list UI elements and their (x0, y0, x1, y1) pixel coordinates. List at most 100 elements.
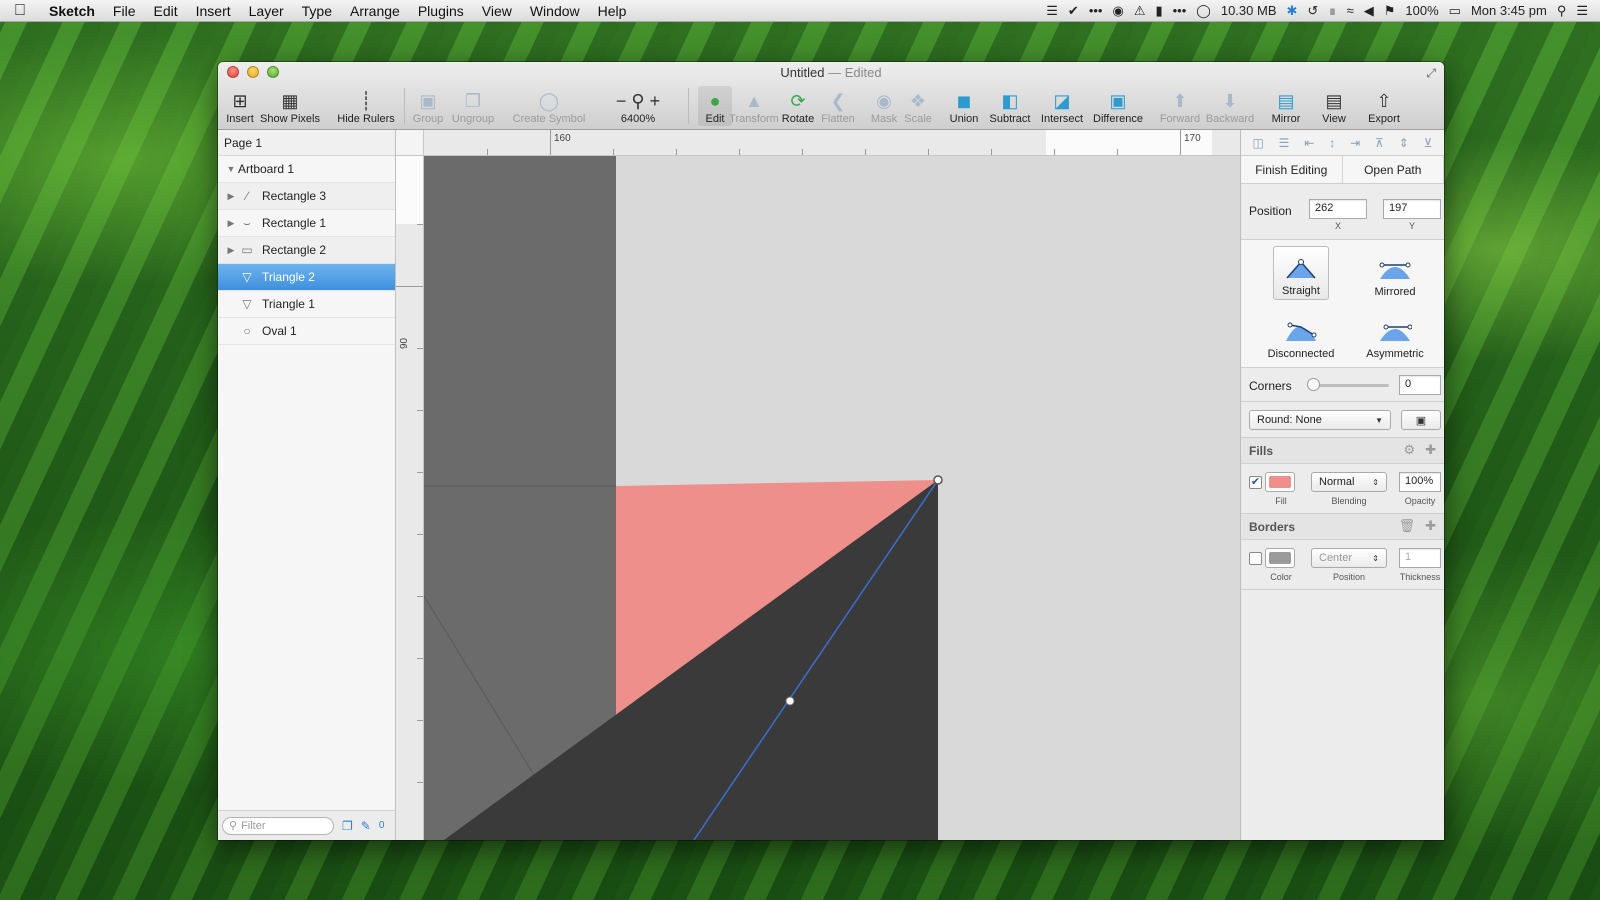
memory-icon[interactable]: ◯ (1196, 3, 1211, 19)
menu-view[interactable]: View (473, 3, 521, 19)
clock[interactable]: Mon 3:45 pm (1471, 3, 1547, 18)
zoom-control[interactable]: − ⚲ + 6400% (612, 84, 664, 128)
transform-button[interactable]: ▲ Transform (724, 84, 784, 128)
trash-icon[interactable]: 🗑 (1399, 518, 1416, 534)
layer-artboard[interactable]: ▼ Artboard 1 (218, 156, 395, 183)
corners-slider-track[interactable] (1313, 384, 1389, 387)
point-disconnected-button[interactable]: Disconnected (1268, 308, 1334, 362)
open-path-button[interactable]: Open Path (1342, 156, 1444, 183)
x-field[interactable]: 262 (1309, 199, 1367, 219)
vector-midpoint-handle[interactable] (785, 696, 795, 706)
mask-button[interactable]: ◉ Mask (868, 84, 900, 128)
reverse-path-button[interactable]: ▣ (1401, 410, 1441, 430)
rotate-button[interactable]: ⟳ Rotate (778, 84, 818, 128)
layer-rectangle-1[interactable]: ▶ ⌣ Rectangle 1 (218, 210, 395, 237)
scale-button[interactable]: ❖ Scale (902, 84, 934, 128)
disclosure-closed-icon[interactable]: ▶ (224, 191, 238, 202)
show-pixels-button[interactable]: ▦ Show Pixels (260, 84, 320, 128)
canvas-artwork[interactable] (424, 156, 1240, 840)
add-fill-icon[interactable]: ✚ (1425, 442, 1436, 458)
round-select[interactable]: Round: None ▼ (1249, 410, 1391, 430)
bell-icon[interactable]: ⚠ (1134, 3, 1146, 19)
hide-rulers-button[interactable]: ┊ Hide Rulers (336, 84, 396, 128)
distribute-horizontal-icon[interactable]: ◫ (1252, 136, 1263, 150)
add-border-icon[interactable]: ✚ (1425, 518, 1436, 534)
brush-icon[interactable]: ✎ (361, 819, 371, 833)
notifications-icon[interactable]: ☰ (1576, 3, 1588, 19)
apple-icon[interactable]:  (0, 2, 40, 20)
menu-plugins[interactable]: Plugins (409, 3, 473, 19)
layer-oval-1[interactable]: ○ Oval 1 (218, 318, 395, 345)
distribute-vertical-icon[interactable]: ☰ (1279, 136, 1290, 150)
fill-blending-select[interactable]: Normal ⇕ (1311, 472, 1387, 492)
align-bottom-icon[interactable]: ⊻ (1424, 136, 1433, 150)
menu-help[interactable]: Help (589, 3, 636, 19)
forward-button[interactable]: ⬆ Forward (1158, 84, 1202, 128)
point-asymmetric-button[interactable]: Asymmetric (1366, 308, 1424, 362)
airmail-icon[interactable]: ✱ (1287, 3, 1298, 19)
menu-insert[interactable]: Insert (187, 3, 240, 19)
border-position-select[interactable]: Center ⇕ (1311, 548, 1387, 568)
vector-point-handle[interactable] (933, 475, 943, 485)
menu-layer[interactable]: Layer (240, 3, 293, 19)
layer-rectangle-2[interactable]: ▶ ▭ Rectangle 2 (218, 237, 395, 264)
layer-triangle-2[interactable]: ▽ Triangle 2 (218, 264, 395, 291)
backward-button[interactable]: ⬇ Backward (1204, 84, 1256, 128)
vertical-ruler[interactable]: 90 (396, 156, 424, 840)
flag-icon[interactable]: ⚑ (1384, 3, 1396, 19)
y-field[interactable]: 197 (1383, 199, 1441, 219)
align-right-icon[interactable]: ⇥ (1350, 136, 1360, 150)
volume-icon[interactable]: ◀ (1364, 3, 1374, 19)
align-left-icon[interactable]: ⇤ (1304, 136, 1314, 150)
export-button[interactable]: ⇧ Export (1366, 84, 1402, 128)
layer-triangle-1[interactable]: ▽ Triangle 1 (218, 291, 395, 318)
disclosure-closed-icon[interactable]: ▶ (224, 245, 238, 256)
fill-enabled-checkbox[interactable]: ✔ (1249, 476, 1262, 489)
ungroup-button[interactable]: ❐ Ungroup (450, 84, 496, 128)
group-button[interactable]: ▣ Group (410, 84, 446, 128)
finish-editing-button[interactable]: Finish Editing (1241, 156, 1343, 183)
bars-icon[interactable]: ☰ (1046, 3, 1058, 19)
battery-readout[interactable]: 100% (1405, 3, 1438, 18)
more-icon[interactable]: ••• (1089, 3, 1103, 18)
menu-edit[interactable]: Edit (144, 3, 186, 19)
corners-field[interactable]: 0 (1399, 375, 1441, 395)
point-straight-button[interactable]: Straight (1273, 246, 1329, 300)
filter-input[interactable]: ⚲ Filter (222, 816, 334, 835)
layer-rectangle-3[interactable]: ▶ ∕ Rectangle 3 (218, 183, 395, 210)
disclosure-closed-icon[interactable]: ▶ (224, 218, 238, 229)
gear-icon[interactable]: ⚙ (1403, 442, 1415, 458)
horizontal-ruler[interactable]: 160 170 (424, 130, 1240, 156)
check-icon[interactable]: ✔ (1068, 3, 1079, 19)
border-enabled-checkbox[interactable] (1249, 552, 1262, 565)
fill-color-swatch[interactable] (1265, 472, 1295, 492)
canvas[interactable] (424, 156, 1240, 840)
point-mirrored-button[interactable]: Mirrored (1367, 246, 1423, 300)
border-thickness-field[interactable]: 1 (1399, 548, 1441, 568)
more-icon-2[interactable]: ••• (1173, 3, 1187, 18)
corners-slider-knob[interactable] (1307, 378, 1320, 391)
align-center-icon[interactable]: ↕ (1329, 136, 1335, 150)
wifi-icon[interactable]: ≈ (1347, 3, 1354, 18)
fill-opacity-field[interactable]: 100% (1399, 472, 1441, 492)
menu-arrange[interactable]: Arrange (341, 3, 409, 19)
view-button[interactable]: ▤ View (1318, 84, 1350, 128)
subtract-button[interactable]: ◧ Subtract (986, 84, 1034, 128)
spotlight-icon[interactable]: ⚲ (1557, 3, 1567, 19)
time-machine-icon[interactable]: ↺ (1307, 3, 1318, 19)
disclosure-open-icon[interactable]: ▼ (224, 164, 238, 174)
create-symbol-button[interactable]: ◯ Create Symbol (513, 84, 586, 128)
intersect-button[interactable]: ◪ Intersect (1038, 84, 1086, 128)
menu-file[interactable]: File (104, 3, 145, 19)
border-color-swatch[interactable] (1265, 548, 1295, 568)
bookmark-icon[interactable]: ▮ (1155, 3, 1162, 19)
insert-button[interactable]: ⊞ Insert (224, 84, 256, 128)
fullscreen-icon[interactable]: ⤢ (1426, 66, 1436, 81)
memory-readout[interactable]: 10.30 MB (1221, 3, 1277, 18)
menu-type[interactable]: Type (293, 3, 341, 19)
menu-app[interactable]: Sketch (40, 3, 104, 19)
page-selector[interactable]: Page 1 (218, 130, 395, 156)
align-top-icon[interactable]: ⊼ (1375, 136, 1384, 150)
difference-button[interactable]: ▣ Difference (1090, 84, 1146, 128)
chat-icon[interactable]: ◉ (1112, 3, 1123, 19)
